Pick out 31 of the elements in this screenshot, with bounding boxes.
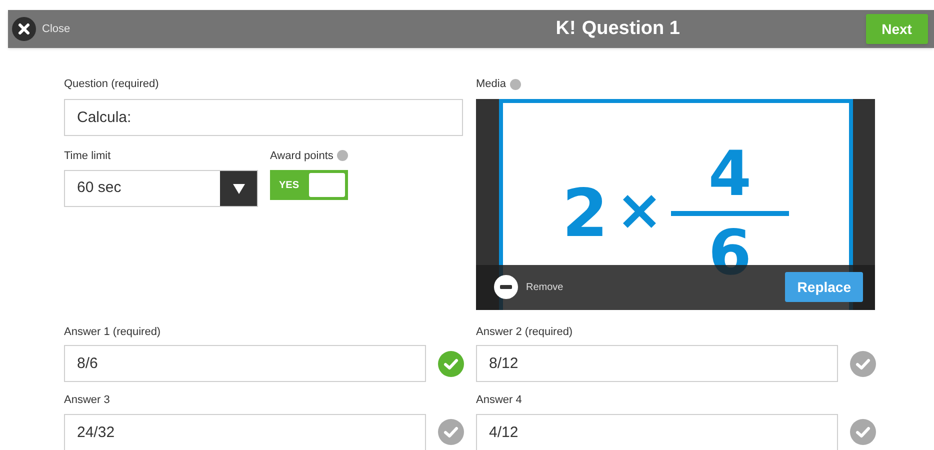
help-icon[interactable]: [510, 78, 521, 90]
answer-label: Answer 3: [64, 393, 111, 408]
field-label: Question (required): [64, 77, 160, 92]
question-field[interactable]: Calcula:: [64, 98, 463, 136]
answer-label: Answer 2 (required): [476, 324, 574, 340]
caret-icon: [232, 184, 244, 194]
answer-field[interactable]: 24/32: [64, 414, 426, 450]
dropdown-value: 60 sec: [76, 178, 122, 198]
window-title: Question 1: [582, 16, 680, 41]
time-limit-dropdown[interactable]: 60 sec: [64, 170, 258, 207]
answer-label: Answer 4: [476, 393, 523, 408]
field-label: Time limit: [64, 148, 112, 164]
field-label: Media: [476, 77, 506, 92]
minus-icon: [494, 275, 518, 299]
check-icon[interactable]: [438, 419, 464, 445]
check-icon[interactable]: [850, 419, 876, 445]
math-operator: ×: [616, 182, 663, 238]
help-icon[interactable]: [337, 150, 348, 162]
math-number: 2: [562, 180, 608, 246]
math-number: 4: [708, 142, 752, 204]
logo: K!: [556, 16, 576, 41]
close-icon: [12, 17, 36, 41]
remove-button[interactable]: Remove: [494, 275, 564, 299]
answer-field[interactable]: 4/12: [476, 414, 838, 450]
close-button[interactable]: Close: [12, 17, 70, 41]
answer-field[interactable]: 8/6: [64, 345, 426, 382]
answer-field[interactable]: 8/12: [476, 345, 838, 382]
answer-label: Answer 1 (required): [64, 324, 162, 340]
check-icon[interactable]: [850, 350, 876, 376]
check-icon[interactable]: [438, 350, 464, 376]
field-label: Award points: [270, 148, 334, 164]
